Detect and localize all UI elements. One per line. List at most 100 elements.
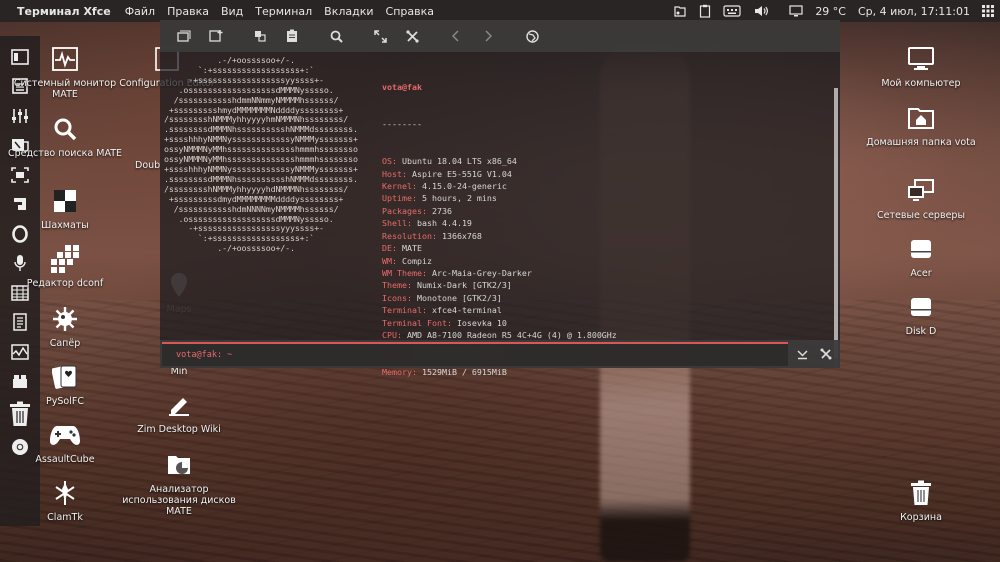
- desktop-icon-label: Анализатор использования дисков MATE: [122, 484, 236, 517]
- fullscreen-button[interactable]: [364, 20, 396, 52]
- web-button[interactable]: [516, 20, 548, 52]
- copy-button[interactable]: [244, 20, 276, 52]
- info-value: Iosevka 10: [456, 317, 507, 328]
- info-key: Resolution: [382, 230, 432, 241]
- info-colon: :: [421, 305, 432, 316]
- info-key: Packages: [382, 205, 422, 216]
- info-row: DE: MATE: [382, 242, 617, 254]
- tab-menu-button[interactable]: [790, 340, 814, 368]
- desktop-icon-label: Средство поиска MATE: [7, 148, 123, 159]
- info-colon: :: [401, 168, 412, 179]
- info-row: Packages: 2736: [382, 205, 617, 217]
- scrollbar-thumb[interactable]: [834, 88, 838, 358]
- desktop-icon-mines[interactable]: Сапёр: [0, 304, 130, 349]
- info-colon: :: [392, 255, 402, 266]
- info-colon: :: [406, 280, 417, 291]
- tray-spacer: [775, 0, 783, 22]
- info-key: Memory: [382, 367, 412, 378]
- info-key: Terminal Font: [382, 317, 447, 328]
- info-key: Icons: [382, 292, 407, 303]
- clock[interactable]: Ср, 4 июл, 17:11:01: [852, 0, 976, 22]
- info-key: Kernel: [382, 181, 412, 192]
- mines-icon: [53, 307, 77, 331]
- info-row: Theme: Numix-Dark [GTK2/3]: [382, 279, 617, 291]
- info-value: Aspire E5-551G V1.04: [411, 168, 512, 179]
- info-value: Compiz: [402, 255, 432, 266]
- desktop-icon-trash[interactable]: Корзина: [856, 478, 986, 523]
- terminal-output[interactable]: .-/+oossssoo+/-. `:+ssssssssssssssssss+:…: [160, 52, 838, 377]
- desktop-icon-dconf[interactable]: Редактор dconf: [0, 244, 130, 289]
- desktop-icon-disk-usage[interactable]: Анализатор использования дисков MATE: [114, 450, 244, 517]
- desktop-icon-zim[interactable]: Zim Desktop Wiki: [114, 390, 244, 435]
- desktop-icon-disk-d[interactable]: Disk D: [856, 292, 986, 337]
- folder-note-icon[interactable]: [667, 0, 693, 22]
- desktop-icon-chess[interactable]: Шахматы: [0, 186, 130, 231]
- copy-icon: [255, 31, 266, 42]
- drive-icon: [911, 298, 931, 316]
- desktop-icon-my-computer[interactable]: Мой компьютер: [856, 44, 986, 89]
- desktop-icon-solitaire[interactable]: PySolFC: [0, 362, 130, 407]
- chess-icon: [54, 190, 76, 212]
- menu-help[interactable]: Справка: [386, 5, 434, 18]
- menu-view[interactable]: Вид: [221, 5, 243, 18]
- new-window-button[interactable]: [200, 20, 232, 52]
- info-colon: :: [397, 329, 407, 340]
- menu-terminal[interactable]: Терминал: [255, 5, 312, 18]
- info-colon: :: [406, 218, 417, 229]
- tools-icon: [820, 348, 832, 360]
- temperature-readout[interactable]: 29 °C: [809, 0, 852, 22]
- info-row: Terminal: xfce4-terminal: [382, 304, 617, 316]
- info-key: DE: [382, 243, 392, 254]
- desktop-icon-network[interactable]: Сетевые серверы: [856, 176, 986, 221]
- volume-icon[interactable]: [747, 0, 775, 22]
- paste-button[interactable]: [276, 20, 308, 52]
- info-colon: :: [446, 317, 457, 328]
- desktop-icon-label: Doub: [135, 160, 161, 171]
- keyboard-layout-icon[interactable]: [717, 0, 747, 22]
- info-key: WM Theme: [382, 267, 422, 278]
- find-button[interactable]: [320, 20, 352, 52]
- system-monitor-icon: [52, 47, 78, 71]
- desktop-icon-clamtk[interactable]: ClamTk: [0, 478, 130, 523]
- desktop-icon-double-commander[interactable]: Doub: [104, 160, 164, 171]
- preferences-button[interactable]: [396, 20, 428, 52]
- desktop-icon-acer[interactable]: Acer: [856, 234, 986, 279]
- info-separator: --------: [382, 119, 422, 130]
- info-row: Resolution: 1366x768: [382, 230, 617, 242]
- desktop-icon-assaultcube[interactable]: AssaultCube: [0, 420, 130, 465]
- info-colon: :: [411, 181, 422, 192]
- desktop-icon-search[interactable]: Средство поиска MATE: [0, 114, 130, 159]
- new-tab-button[interactable]: [168, 20, 200, 52]
- info-key: CPU: [382, 329, 397, 340]
- desktop-icon-label: AssaultCube: [35, 454, 95, 465]
- terminal-tab-bar: vota@fak: ~: [160, 340, 840, 368]
- drive-icon: [911, 240, 931, 258]
- globe-icon: [525, 29, 539, 43]
- apps-grid-icon[interactable]: [976, 0, 1000, 22]
- info-key: Host: [382, 168, 402, 179]
- desktop-icon-home-folder[interactable]: Домашняя папка vota: [856, 103, 986, 148]
- menu-edit[interactable]: Правка: [167, 5, 209, 18]
- tab-tools-button[interactable]: [814, 340, 838, 368]
- collapse-down-icon: [796, 349, 808, 359]
- info-colon: :: [392, 156, 402, 167]
- info-key: Theme: [382, 280, 407, 291]
- info-colon: :: [421, 205, 432, 216]
- next-tab-button[interactable]: [472, 20, 504, 52]
- home-folder-icon: [908, 108, 934, 129]
- ascii-line: /ssssssssssshdmNNNNmyNMMMMhssssss/: [164, 203, 339, 214]
- trash-icon: [911, 480, 931, 505]
- info-value: AMD A8-7100 Radeon R5 4C+4G (4) @ 1.800G…: [407, 329, 617, 340]
- search-icon: [330, 30, 343, 43]
- previous-tab-button[interactable]: [440, 20, 472, 52]
- clipboard-icon[interactable]: [693, 0, 717, 22]
- menu-tabs[interactable]: Вкладки: [324, 5, 373, 18]
- monitor-icon[interactable]: [783, 0, 809, 22]
- terminal-tab[interactable]: vota@fak: ~: [162, 342, 788, 366]
- desktop-icon-label: ClamTk: [47, 512, 83, 523]
- clamtk-icon: [55, 481, 75, 505]
- info-row: WM: Compiz: [382, 255, 617, 267]
- menu-file[interactable]: Файл: [125, 5, 155, 18]
- info-key: Uptime: [382, 193, 412, 204]
- terminal-scrollbar[interactable]: [834, 88, 838, 368]
